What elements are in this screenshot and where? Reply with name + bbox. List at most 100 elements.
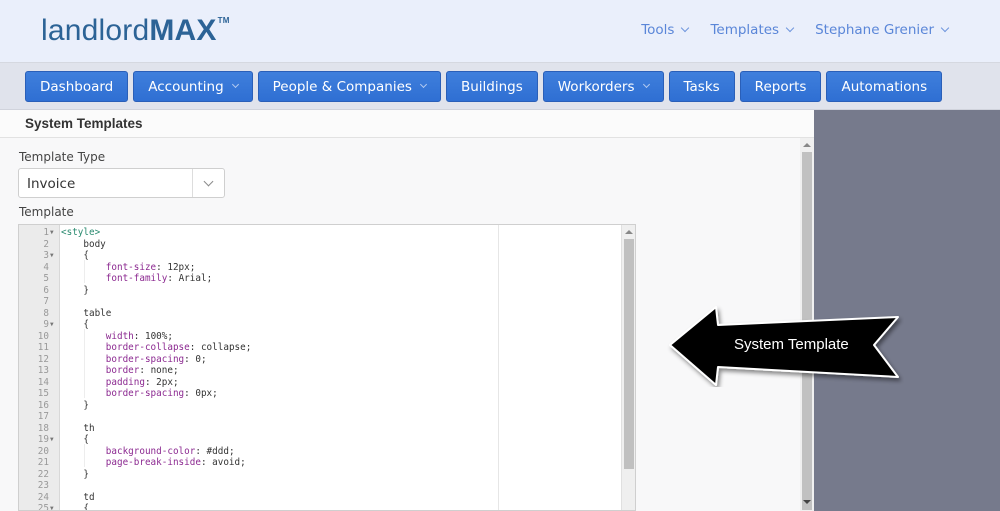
nav-people-companies-button[interactable]: People & Companies — [257, 71, 441, 102]
editor-scroll-thumb[interactable] — [624, 239, 634, 469]
code-line[interactable]: 18 th — [19, 423, 635, 435]
topnav-user-menu[interactable]: Stephane Grenier — [815, 22, 950, 38]
code-line[interactable]: 23 — [19, 480, 635, 492]
code-text: th — [61, 423, 94, 435]
template-code-editor[interactable]: 1 ▼ <style> 2 body 3 ▼ {4 font-size: 12px; 5 f… — [18, 224, 636, 511]
code-token-val: Arial — [178, 273, 207, 284]
code-token-punc: ; — [212, 388, 218, 399]
nav-accounting-button[interactable]: Accounting — [133, 71, 253, 102]
code-token-punc: { — [61, 250, 89, 261]
code-lines: 1 ▼ <style> 2 body 3 ▼ {4 font-size: 12px; 5 f… — [19, 227, 635, 510]
code-token-sel: body — [61, 238, 106, 250]
code-token-val: none — [150, 365, 173, 376]
nav-tasks-button[interactable]: Tasks — [668, 71, 735, 102]
chevron-down-icon — [419, 80, 427, 89]
code-token-sel — [61, 457, 106, 468]
code-token-prop: background-color — [105, 445, 196, 457]
select-toggle[interactable] — [192, 169, 224, 197]
fold-toggle-icon[interactable]: ▼ — [50, 319, 54, 331]
nav-buildings-button[interactable]: Buildings — [445, 71, 538, 102]
nav-workorders-button[interactable]: Workorders — [542, 71, 664, 102]
editor-scrollbar[interactable] — [621, 225, 635, 510]
template-type-value: Invoice — [27, 176, 76, 192]
code-text: { — [61, 503, 89, 510]
scroll-up-icon[interactable] — [803, 143, 811, 147]
topnav-templates[interactable]: Templates — [710, 22, 795, 38]
fold-toggle-icon[interactable]: ▼ — [50, 434, 54, 446]
code-line[interactable]: 12 border-spacing: 0; — [19, 354, 635, 366]
code-text: <style> — [61, 227, 100, 239]
code-line[interactable]: 13 border: none; — [19, 365, 635, 377]
nav-buildings-label: Buildings — [460, 78, 523, 95]
logo-bold-text: MAX — [149, 14, 217, 47]
code-token-sel — [61, 446, 106, 457]
page-title: System Templates — [25, 116, 143, 131]
code-token-sel — [61, 354, 106, 365]
nav-automations-button[interactable]: Automations — [826, 71, 943, 102]
topnav-tools[interactable]: Tools — [641, 22, 690, 38]
code-token-punc: ; — [189, 261, 196, 273]
code-line[interactable]: 14 padding: 2px; — [19, 377, 635, 389]
code-line[interactable]: 15 border-spacing: 0px; — [19, 388, 635, 400]
line-number: 15 — [37, 388, 49, 399]
code-token-prop: border — [105, 365, 140, 376]
fold-toggle-icon[interactable]: ▼ — [50, 503, 54, 510]
code-token-punc: : — [133, 330, 145, 342]
code-token-val: 2px — [156, 376, 173, 388]
line-number: 23 — [37, 480, 49, 491]
nav-people-companies-label: People & Companies — [272, 78, 412, 95]
code-line[interactable]: 11 border-collapse: collapse; — [19, 342, 635, 354]
logo-trademark: TM — [217, 16, 230, 25]
code-token-sel — [61, 262, 106, 273]
code-line[interactable]: 22 } — [19, 469, 635, 481]
line-number: 18 — [37, 422, 49, 434]
code-line[interactable]: 20 background-color: #ddd; — [19, 446, 635, 458]
code-token-sel — [61, 388, 106, 399]
scroll-up-icon[interactable] — [625, 230, 633, 234]
nav-dashboard-label: Dashboard — [40, 78, 114, 95]
code-line[interactable]: 8 table — [19, 308, 635, 320]
code-text: font-family: Arial; — [61, 273, 212, 285]
code-token-val: 100% — [144, 330, 168, 342]
code-line[interactable]: 16 } — [19, 400, 635, 412]
code-line[interactable]: 6 } — [19, 285, 635, 297]
code-token-prop: font-size — [105, 261, 157, 273]
code-line[interactable]: 5 font-family: Arial; — [19, 273, 635, 285]
code-line[interactable]: 2 body — [19, 239, 635, 251]
code-token-val: avoid — [212, 457, 241, 468]
landlordmax-logo[interactable]: landlordMAXTM — [41, 14, 230, 48]
code-line[interactable]: 9 ▼ { — [19, 319, 635, 331]
code-token-punc: { — [61, 319, 89, 330]
nav-dashboard-button[interactable]: Dashboard — [25, 71, 129, 102]
code-token-sel — [61, 377, 106, 388]
line-number: 8 — [43, 307, 49, 319]
template-label: Template — [19, 205, 74, 219]
nav-reports-label: Reports — [754, 78, 807, 95]
line-number: 4 — [43, 261, 49, 273]
code-line[interactable]: 24 td — [19, 492, 635, 504]
code-text: } — [61, 400, 89, 412]
code-line[interactable]: 10 width: 100%; — [19, 331, 635, 343]
section-header: System Templates — [0, 110, 814, 138]
chevron-down-icon — [642, 80, 650, 89]
code-line[interactable]: 7 — [19, 296, 635, 308]
code-line[interactable]: 17 — [19, 411, 635, 423]
template-type-select[interactable]: Invoice — [18, 168, 225, 198]
code-token-punc: } — [61, 399, 89, 411]
fold-toggle-icon[interactable]: ▼ — [50, 227, 54, 239]
nav-reports-button[interactable]: Reports — [739, 71, 822, 102]
code-token-prop: padding — [105, 376, 145, 388]
code-line[interactable]: 3 ▼ { — [19, 250, 635, 262]
code-token-punc: ; — [200, 353, 207, 365]
code-line[interactable]: 19 ▼ { — [19, 434, 635, 446]
code-token-punc: { — [61, 434, 89, 445]
code-line[interactable]: 25 ▼ { — [19, 503, 635, 510]
code-line[interactable]: 1 ▼ <style> — [19, 227, 635, 239]
code-line[interactable]: 21 page-break-inside: avoid; — [19, 457, 635, 469]
scroll-down-icon[interactable] — [803, 500, 811, 504]
code-token-val: 0px — [195, 388, 213, 399]
fold-toggle-icon[interactable]: ▼ — [50, 250, 54, 262]
code-token-punc: ; — [245, 342, 252, 353]
nav-accounting-label: Accounting — [148, 78, 224, 95]
code-line[interactable]: 4 font-size: 12px; — [19, 262, 635, 274]
